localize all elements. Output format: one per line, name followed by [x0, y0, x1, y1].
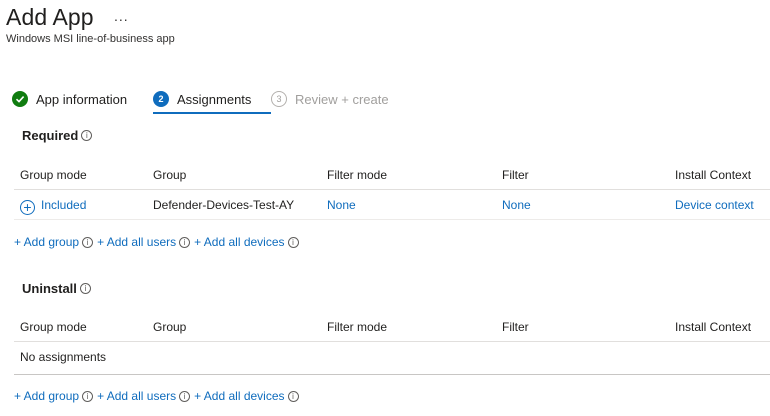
- empty-row: No assignments: [14, 342, 770, 372]
- column-header-filter: Filter: [502, 168, 529, 182]
- add-all-users-link[interactable]: + Add all users: [97, 235, 176, 249]
- no-assignments-text: No assignments: [20, 350, 107, 364]
- column-header-install-context: Install Context: [675, 320, 752, 334]
- step-label: Assignments: [177, 91, 252, 107]
- step-number: 2: [153, 91, 169, 107]
- uninstall-table: Group mode Group Filter mode Filter Inst…: [14, 312, 770, 372]
- column-header-group: Group: [153, 168, 187, 182]
- step-label: App information: [36, 91, 128, 107]
- info-icon[interactable]: i: [179, 390, 191, 402]
- column-header-filter-mode: Filter mode: [327, 320, 388, 334]
- info-icon[interactable]: i: [179, 236, 191, 248]
- group-mode-included[interactable]: + Included: [20, 190, 86, 220]
- table-row[interactable]: + Included Defender-Devices-Test-AY None …: [14, 190, 770, 220]
- table-header-row: Group mode Group Filter mode Filter Inst…: [14, 160, 770, 190]
- group-name: Defender-Devices-Test-AY: [153, 198, 295, 212]
- check-circle-icon: [12, 91, 28, 107]
- add-group-link[interactable]: + Add group: [14, 389, 79, 403]
- column-header-group-mode: Group mode: [20, 168, 87, 182]
- info-icon[interactable]: i: [82, 390, 94, 402]
- uninstall-section-title: Uninstall i: [22, 281, 91, 296]
- section-title-text: Required: [22, 128, 79, 143]
- required-add-links: + Add group i + Add all users i + Add al…: [14, 235, 303, 249]
- step-review-create[interactable]: 3 Review + create: [271, 88, 389, 110]
- info-icon[interactable]: i: [81, 130, 93, 141]
- column-header-filter-mode: Filter mode: [327, 168, 388, 182]
- column-header-install-context: Install Context: [675, 168, 752, 182]
- filter-mode-link[interactable]: None: [327, 190, 356, 220]
- page-subtitle: Windows MSI line-of-business app: [6, 33, 175, 45]
- more-options-button[interactable]: ...: [114, 8, 129, 24]
- group-mode-value: Included: [41, 198, 87, 212]
- page-title: Add App: [6, 4, 94, 30]
- filter-link[interactable]: None: [502, 190, 531, 220]
- column-header-group-mode: Group mode: [20, 320, 87, 334]
- info-icon[interactable]: i: [82, 236, 94, 248]
- column-header-group: Group: [153, 320, 187, 334]
- plus-circle-icon: +: [20, 199, 35, 215]
- section-title-text: Uninstall: [22, 281, 77, 296]
- add-all-devices-link[interactable]: + Add all devices: [194, 389, 284, 403]
- required-section-title: Required i: [22, 128, 93, 143]
- wizard-steps: App information 2 Assignments 3 Review +…: [12, 88, 389, 116]
- column-header-filter: Filter: [502, 320, 529, 334]
- step-app-information[interactable]: App information: [12, 88, 153, 110]
- table-header-row: Group mode Group Filter mode Filter Inst…: [14, 312, 770, 342]
- uninstall-add-links: + Add group i + Add all users i + Add al…: [14, 389, 303, 403]
- info-icon[interactable]: i: [287, 236, 299, 248]
- info-icon[interactable]: i: [79, 283, 91, 294]
- info-icon[interactable]: i: [287, 390, 299, 402]
- add-all-users-link[interactable]: + Add all users: [97, 389, 176, 403]
- step-number: 3: [271, 91, 287, 107]
- required-table: Group mode Group Filter mode Filter Inst…: [14, 160, 770, 220]
- divider: [14, 374, 770, 375]
- install-context-link[interactable]: Device context: [675, 190, 754, 220]
- add-group-link[interactable]: + Add group: [14, 235, 79, 249]
- step-label: Review + create: [295, 91, 389, 107]
- step-assignments[interactable]: 2 Assignments: [153, 88, 271, 114]
- add-all-devices-link[interactable]: + Add all devices: [194, 235, 284, 249]
